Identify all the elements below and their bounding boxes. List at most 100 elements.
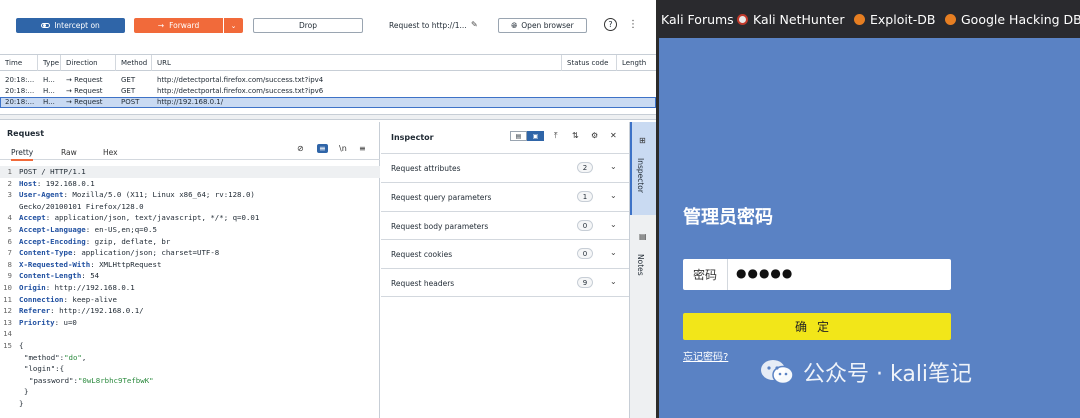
code-line: 14 bbox=[3, 329, 12, 339]
inspector-title: Inspector bbox=[391, 133, 434, 142]
password-input[interactable]: ●●●●● bbox=[736, 266, 793, 280]
code-line: 3 User-Agent: Mozilla/5.0 (X11; Linux x86… bbox=[7, 190, 255, 200]
cell-type: H... bbox=[43, 87, 55, 95]
bookmark-exploit-db[interactable]: Exploit-DB bbox=[854, 12, 935, 27]
page-heading: 管理员密码 bbox=[683, 207, 773, 228]
menu-icon[interactable]: ≡ bbox=[359, 144, 366, 153]
table-row-selected[interactable]: 20:18:... H... → Request POST http://192… bbox=[0, 97, 656, 108]
inspector-icon: ⊞ bbox=[639, 136, 646, 145]
table-row[interactable]: 20:18:... H... → Request GET http://dete… bbox=[0, 86, 656, 97]
layout-panel-icon[interactable]: ▣ bbox=[527, 131, 544, 141]
code-line: 10 Origin: http://192.168.0.1 bbox=[3, 282, 135, 292]
request-title: Request bbox=[7, 129, 45, 138]
header-value: application/json; charset=UTF-8 bbox=[81, 248, 220, 258]
header-value: gzip, deflate, br bbox=[94, 236, 171, 246]
intercept-label: Intercept on bbox=[54, 21, 100, 30]
tab-inspector-label[interactable]: Inspector bbox=[636, 158, 645, 193]
proxy-history-table: Time Type Direction Method URL Status co… bbox=[0, 54, 656, 108]
cell-url: http://detectportal.firefox.com/success.… bbox=[157, 87, 324, 95]
more-options-icon[interactable]: ⋮ bbox=[628, 19, 638, 30]
arrow-right-icon: → bbox=[157, 21, 165, 30]
column-status-code[interactable]: Status code bbox=[562, 55, 617, 71]
header-key: Content-Length bbox=[19, 271, 82, 281]
help-icon[interactable]: ? bbox=[604, 18, 617, 31]
table-row[interactable]: 20:18:... H... → Request GET http://dete… bbox=[0, 75, 656, 86]
header-value-continued: Gecko/20100101 Firefox/128.0 bbox=[19, 201, 144, 211]
layout-list-icon[interactable]: ▤ bbox=[510, 131, 527, 141]
code-line: 4 Accept: application/json, text/javascri… bbox=[7, 213, 260, 223]
cell-url: http://192.168.0.1/ bbox=[157, 98, 224, 106]
cell-direction: → Request bbox=[66, 76, 103, 84]
password-field[interactable]: 密码 ●●●●● bbox=[683, 259, 951, 290]
header-key: Referer bbox=[19, 306, 51, 316]
expand-icon[interactable]: ⤒ bbox=[554, 131, 558, 141]
close-icon[interactable]: ✕ bbox=[610, 131, 617, 140]
open-browser-label: Open browser bbox=[521, 21, 574, 30]
cell-direction: → Request bbox=[66, 87, 103, 95]
header-value: Mozilla/5.0 (X11; Linux x86_64; rv:128.0… bbox=[72, 190, 255, 200]
bookmark-google-hacking-db[interactable]: Google Hacking DB bbox=[945, 12, 1080, 27]
inspector-section-query-params[interactable]: Request query parameters 1 ⌄ bbox=[381, 182, 629, 211]
bookmark-kali-forums[interactable]: Kali Forums bbox=[661, 12, 734, 27]
column-method[interactable]: Method bbox=[116, 55, 152, 71]
tab-pretty[interactable]: Pretty bbox=[11, 148, 34, 161]
newline-icon[interactable]: \n bbox=[339, 144, 347, 153]
drop-button[interactable]: Drop bbox=[253, 18, 363, 33]
inspector-section-body-params[interactable]: Request body parameters 0 ⌄ bbox=[381, 211, 629, 240]
gear-icon[interactable]: ⚙ bbox=[591, 131, 598, 140]
code-line: 15{ bbox=[3, 340, 24, 350]
edit-icon[interactable]: ✎ bbox=[471, 20, 478, 29]
header-value: en-US,en;q=0.5 bbox=[94, 224, 157, 234]
header-value: u=0 bbox=[63, 317, 77, 327]
request-code[interactable]: 1 POST / HTTP/1.1 2 Host: 192.168.0.1 3 Use… bbox=[0, 166, 380, 409]
confirm-button[interactable]: 确定 bbox=[683, 313, 951, 340]
forgot-password-link[interactable]: 忘记密码? bbox=[683, 348, 728, 363]
browser-window: Kali Forums Kali NetHunter Exploit-DB Go… bbox=[659, 0, 1080, 418]
code-line: "password":"0wL8rbhc9TefbwK" bbox=[29, 375, 154, 385]
inspector-section-cookies[interactable]: Request cookies 0 ⌄ bbox=[381, 239, 629, 268]
header-value: application/json, text/javascript, */*; … bbox=[54, 213, 260, 223]
column-direction[interactable]: Direction bbox=[61, 55, 116, 71]
notes-icon: ▤ bbox=[639, 232, 647, 241]
hide-icon[interactable]: ⊘ bbox=[297, 144, 304, 153]
json-value: "do" bbox=[64, 352, 82, 362]
code-line: 13 Priority: u=0 bbox=[3, 317, 77, 327]
cell-time: 20:18:... bbox=[5, 98, 35, 106]
cell-method: GET bbox=[121, 76, 136, 84]
code-line: "method":"do", bbox=[24, 352, 87, 362]
open-browser-button[interactable]: 🌐︎ Open browser bbox=[498, 18, 587, 33]
inspector-section-headers[interactable]: Request headers 9 ⌄ bbox=[381, 268, 629, 297]
collapse-icon[interactable]: ⇅ bbox=[572, 131, 579, 140]
cell-time: 20:18:... bbox=[5, 87, 35, 95]
column-type[interactable]: Type bbox=[38, 55, 61, 71]
cell-direction: → Request bbox=[66, 98, 103, 106]
code-line: 1 POST / HTTP/1.1 bbox=[0, 166, 380, 178]
toggle-icon bbox=[41, 23, 51, 28]
forward-dropdown-button[interactable]: ⌄ bbox=[224, 18, 243, 33]
code-line: "login":{ bbox=[24, 364, 65, 374]
pane-splitter[interactable] bbox=[0, 114, 656, 120]
intercept-toggle-button[interactable]: Intercept on bbox=[16, 18, 125, 33]
tab-hex[interactable]: Hex bbox=[103, 148, 118, 157]
column-time[interactable]: Time bbox=[0, 55, 38, 71]
tab-notes[interactable]: Notes bbox=[636, 254, 645, 276]
chevron-down-icon: ⌄ bbox=[610, 191, 617, 200]
tab-raw[interactable]: Raw bbox=[61, 148, 77, 157]
forward-button[interactable]: → Forward bbox=[134, 18, 223, 33]
inspector-section-attributes[interactable]: Request attributes 2 ⌄ bbox=[381, 153, 629, 182]
header-value: 54 bbox=[90, 271, 100, 281]
code-line: 7 Content-Type: application/json; charset… bbox=[7, 248, 220, 258]
bookmarks-bar: Kali Forums Kali NetHunter Exploit-DB Go… bbox=[659, 0, 1080, 38]
wrap-text-icon[interactable]: ≡ bbox=[317, 144, 328, 153]
header-value: keep-alive bbox=[72, 294, 117, 304]
request-editor: Request Pretty Raw Hex ⊘ ≡ \n ≡ 1 POST / … bbox=[0, 122, 380, 418]
code-line: 6 Accept-Encoding: gzip, deflate, br bbox=[7, 236, 171, 246]
cell-time: 20:18:... bbox=[5, 76, 35, 84]
request-line: POST / HTTP/1.1 bbox=[19, 167, 86, 176]
bookmark-kali-nethunter[interactable]: Kali NetHunter bbox=[737, 12, 844, 27]
header-value: 192.168.0.1 bbox=[45, 178, 95, 188]
chevron-down-icon: ⌄ bbox=[610, 162, 617, 171]
column-url[interactable]: URL bbox=[152, 55, 562, 71]
column-length[interactable]: Length bbox=[617, 55, 656, 71]
inspector-panel: Inspector ▤ ▣ ⤒ ⇅ ⚙ ✕ Request attributes… bbox=[381, 122, 629, 418]
